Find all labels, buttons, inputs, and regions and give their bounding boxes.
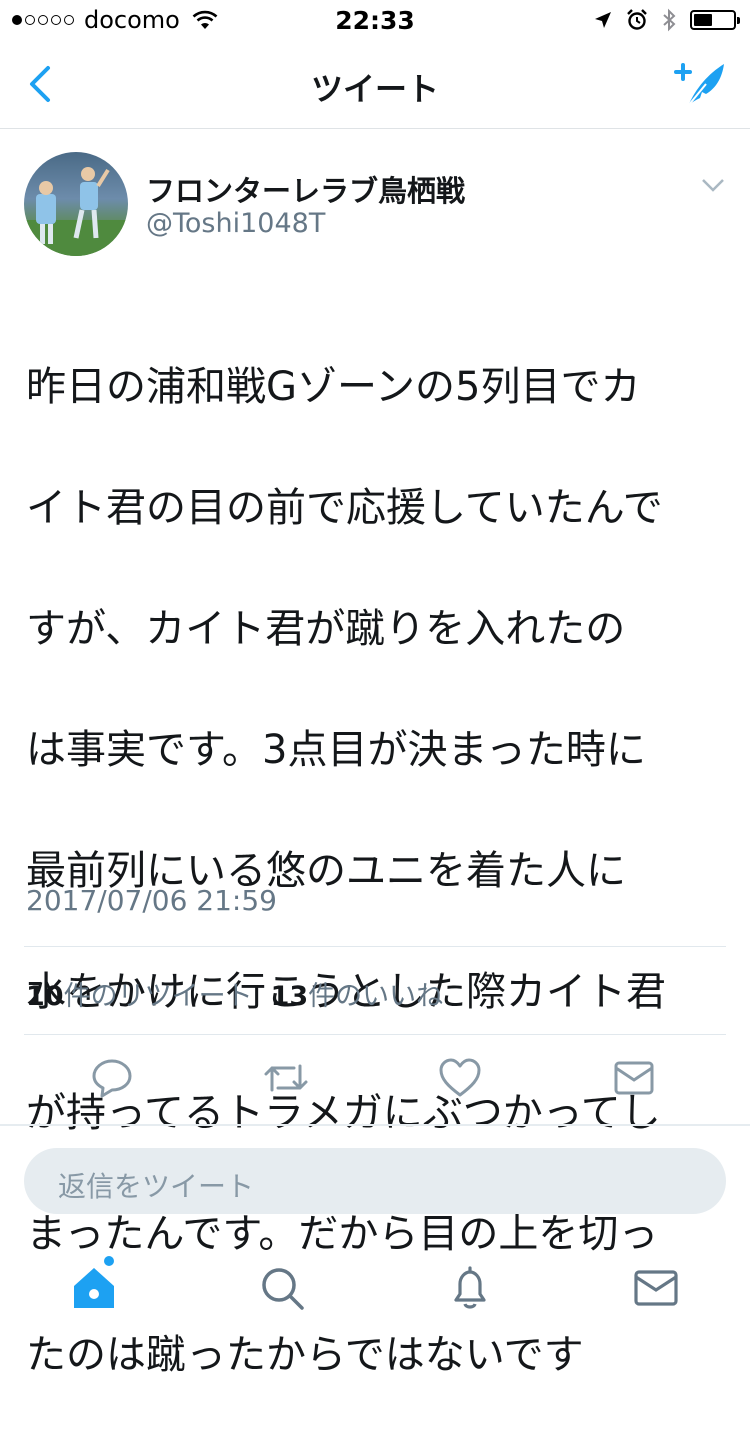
like-heart-icon[interactable] <box>438 1056 482 1100</box>
tab-bar <box>0 1240 750 1334</box>
tweet-text-line: すが、カイト君が蹴りを入れたの <box>26 605 626 652</box>
like-count-label: 件のいいね <box>308 981 444 1012</box>
retweet-count-number: 10 <box>26 981 64 1012</box>
tweet-text-line: は事実です。3点目が決まった時に <box>26 726 646 773</box>
battery-icon <box>690 10 740 30</box>
tweet-text-line: 昨日の浦和戦Gゾーンの5列目でカ <box>26 363 641 410</box>
author-display-name[interactable]: フロンターレラブ鳥栖戦 <box>146 168 465 210</box>
bluetooth-icon <box>663 8 676 32</box>
tweet-header: フロンターレラブ鳥栖戦 @Toshi1048T <box>24 152 726 262</box>
notifications-bell-icon[interactable] <box>444 1262 496 1314</box>
avatar[interactable] <box>24 152 128 256</box>
home-icon[interactable] <box>68 1262 120 1314</box>
avatar-photo-icon <box>24 167 128 256</box>
author-handle[interactable]: @Toshi1048T <box>146 208 325 239</box>
reply-icon[interactable] <box>90 1056 134 1100</box>
reply-input[interactable]: 返信をツイート <box>24 1148 726 1214</box>
like-count[interactable]: 13件のいいね <box>271 974 444 1013</box>
status-right <box>594 8 740 32</box>
section-separator <box>0 1124 750 1126</box>
divider <box>24 1034 726 1035</box>
retweet-icon[interactable] <box>262 1056 310 1100</box>
tweet-actions <box>0 1056 750 1102</box>
tweet-timestamp: 2017/07/06 21:59 <box>26 884 277 917</box>
messages-envelope-icon[interactable] <box>630 1262 682 1314</box>
alarm-icon <box>627 9 647 30</box>
page-title: ツイート <box>310 70 439 108</box>
chevron-down-icon[interactable] <box>700 176 726 194</box>
location-arrow-icon <box>595 12 611 28</box>
tweet-text-line: イト君の目の前で応援していたんで <box>26 484 663 531</box>
engagement-counts: 10件のリツイート 13件のいいね <box>26 974 443 1013</box>
search-icon[interactable] <box>256 1262 308 1314</box>
like-count-number: 13 <box>270 981 309 1012</box>
reply-placeholder: 返信をツイート <box>58 1170 255 1203</box>
new-content-indicator <box>104 1256 114 1266</box>
compose-tweet-icon[interactable] <box>672 58 728 110</box>
retweet-count[interactable]: 10件のリツイート <box>26 974 253 1013</box>
divider <box>24 946 726 947</box>
direct-message-icon[interactable] <box>612 1056 656 1100</box>
retweet-count-label: 件のリツイート <box>63 981 253 1012</box>
nav-bar: ツイート <box>0 40 750 129</box>
status-bar: docomo 22:33 <box>0 0 750 40</box>
